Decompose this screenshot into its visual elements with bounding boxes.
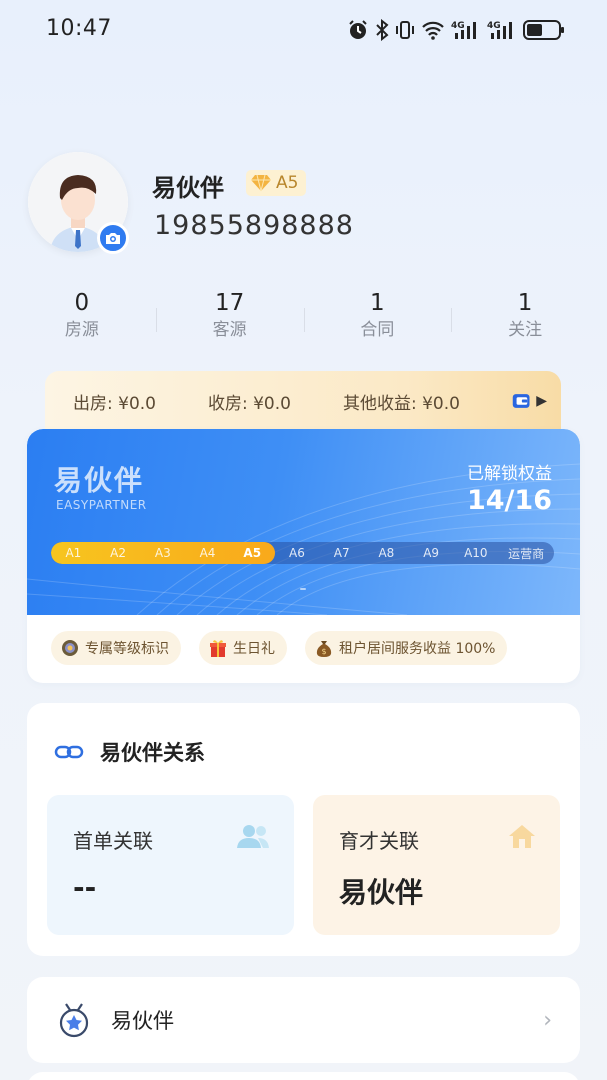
unlock-label: 已解锁权益 <box>467 464 552 484</box>
first-order-relation[interactable]: 首单关联 -- <box>47 795 294 935</box>
relation-label: 首单关联 <box>73 829 153 853</box>
earnings-bar[interactable]: 出房: ¥0.0 收房: ¥0.0 其他收益: ¥0.0 ▶ <box>45 371 561 431</box>
change-avatar-button[interactable] <box>97 222 129 254</box>
alarm-icon <box>349 20 367 39</box>
chevron-right-icon: ▶ <box>536 393 547 409</box>
earning-other: 其他收益: ¥0.0 <box>342 393 460 414</box>
next-card <box>27 1072 580 1080</box>
signal-network-label-2: 4G <box>487 21 501 31</box>
level-hero[interactable]: 易伙伴 EASYPARTNER 已解锁权益 14/16 A1 A2 A3 A4 A5 A6… <box>27 429 580 615</box>
perk-label: 生日礼 <box>233 641 275 657</box>
relation-value: 易伙伴 <box>339 876 424 909</box>
stat-label: 房源 <box>64 320 99 340</box>
menu-item-label: 易伙伴 <box>111 1009 174 1033</box>
link-icon <box>54 745 84 759</box>
menu-item-partner[interactable]: 易伙伴 › <box>27 977 580 1063</box>
stat-following[interactable]: 1 关注 <box>451 288 599 346</box>
signal-network-label: 4G <box>451 21 465 31</box>
unlock-value: 14/16 <box>466 485 552 516</box>
level-badge: A5 <box>246 170 307 196</box>
money-bag-icon: $ <box>316 641 332 657</box>
hero-brand: 易伙伴 <box>54 464 145 497</box>
level-card: 易伙伴 EASYPARTNER 已解锁权益 14/16 A1 A2 A3 A4 A5 A6… <box>27 429 580 683</box>
home-icon <box>509 825 535 848</box>
signal-icon-2: 4G <box>487 21 512 39</box>
stat-value: 1 <box>517 290 533 316</box>
medal-icon <box>62 640 78 656</box>
level-step: A5 <box>243 546 262 560</box>
level-step: A6 <box>289 546 305 560</box>
hero-brand-sub: EASYPARTNER <box>56 498 147 512</box>
earning-in: 收房: ¥0.0 <box>207 393 291 414</box>
relation-value: -- <box>73 871 97 904</box>
mentor-relation[interactable]: 育才关联 易伙伴 <box>313 795 560 935</box>
gift-icon <box>210 640 226 657</box>
level-step: A4 <box>199 546 216 560</box>
user-phone: 19855898888 <box>154 210 354 241</box>
status-time: 10:47 <box>46 16 112 41</box>
stat-listings[interactable]: 0 房源 <box>8 288 156 346</box>
level-step: A3 <box>154 546 171 560</box>
status-icons: 4G 4G <box>347 16 564 44</box>
star-badge-icon <box>59 1003 89 1038</box>
stat-value: 17 <box>214 290 245 316</box>
stats-row: 0 房源 17 客源 1 合同 1 关注 <box>8 288 599 346</box>
user-name: 易伙伴 <box>152 174 224 202</box>
stat-clients[interactable]: 17 客源 <box>155 288 304 346</box>
bluetooth-icon <box>376 19 389 41</box>
stat-label: 合同 <box>360 320 395 340</box>
stat-contracts[interactable]: 1 合同 <box>303 288 452 346</box>
level-step: 运营商 <box>508 546 545 561</box>
stat-value: 1 <box>370 290 385 316</box>
perk-item[interactable]: 专属等级标识 <box>51 631 181 665</box>
status-bar: 10:47 4G 4G <box>0 0 607 60</box>
stat-label: 客源 <box>212 320 247 340</box>
relations-header: 易伙伴关系 <box>54 737 205 767</box>
level-step: A1 <box>65 546 82 560</box>
level-progress-track: A1 A2 A3 A4 A5 A6 A7 A8 A9 A10 运营商 <box>51 542 554 564</box>
level-step: A7 <box>333 546 350 560</box>
perk-item[interactable]: 生日礼 <box>199 631 287 665</box>
carousel-indicator <box>300 588 306 590</box>
stat-value: 0 <box>74 290 90 316</box>
earning-out: 出房: ¥0.0 <box>73 393 156 414</box>
wifi-icon <box>422 21 444 40</box>
relations-card: 易伙伴关系 首单关联 -- 育才关联 易伙伴 <box>27 703 580 956</box>
stat-label: 关注 <box>508 320 543 340</box>
level-step: A2 <box>110 546 126 560</box>
chevron-right-icon: › <box>543 1007 552 1033</box>
battery-icon <box>523 20 564 40</box>
svg-text:$: $ <box>321 647 326 656</box>
relations-title: 易伙伴关系 <box>100 741 205 765</box>
perk-label: 租户居间服务收益 100% <box>339 641 496 657</box>
level-step: A9 <box>423 546 440 560</box>
signal-icon: 4G <box>451 21 476 39</box>
level-badge-text: A5 <box>276 173 299 193</box>
relation-label: 育才关联 <box>339 829 419 853</box>
users-icon <box>237 825 269 848</box>
perk-label: 专属等级标识 <box>85 641 169 657</box>
level-labels: A1 A2 A3 A4 A5 A6 A7 A8 A9 A10 运营商 <box>51 542 554 564</box>
perk-item[interactable]: $ 租户居间服务收益 100% <box>305 631 508 665</box>
level-step: A8 <box>378 546 395 560</box>
wallet-icon <box>512 394 530 408</box>
diamond-icon <box>251 174 271 192</box>
camera-icon <box>106 233 120 244</box>
perks-row: 专属等级标识 生日礼 $ 租户居间服务收益 100% <box>51 631 571 667</box>
vibrate-icon <box>396 21 414 39</box>
level-step: A10 <box>464 546 488 560</box>
